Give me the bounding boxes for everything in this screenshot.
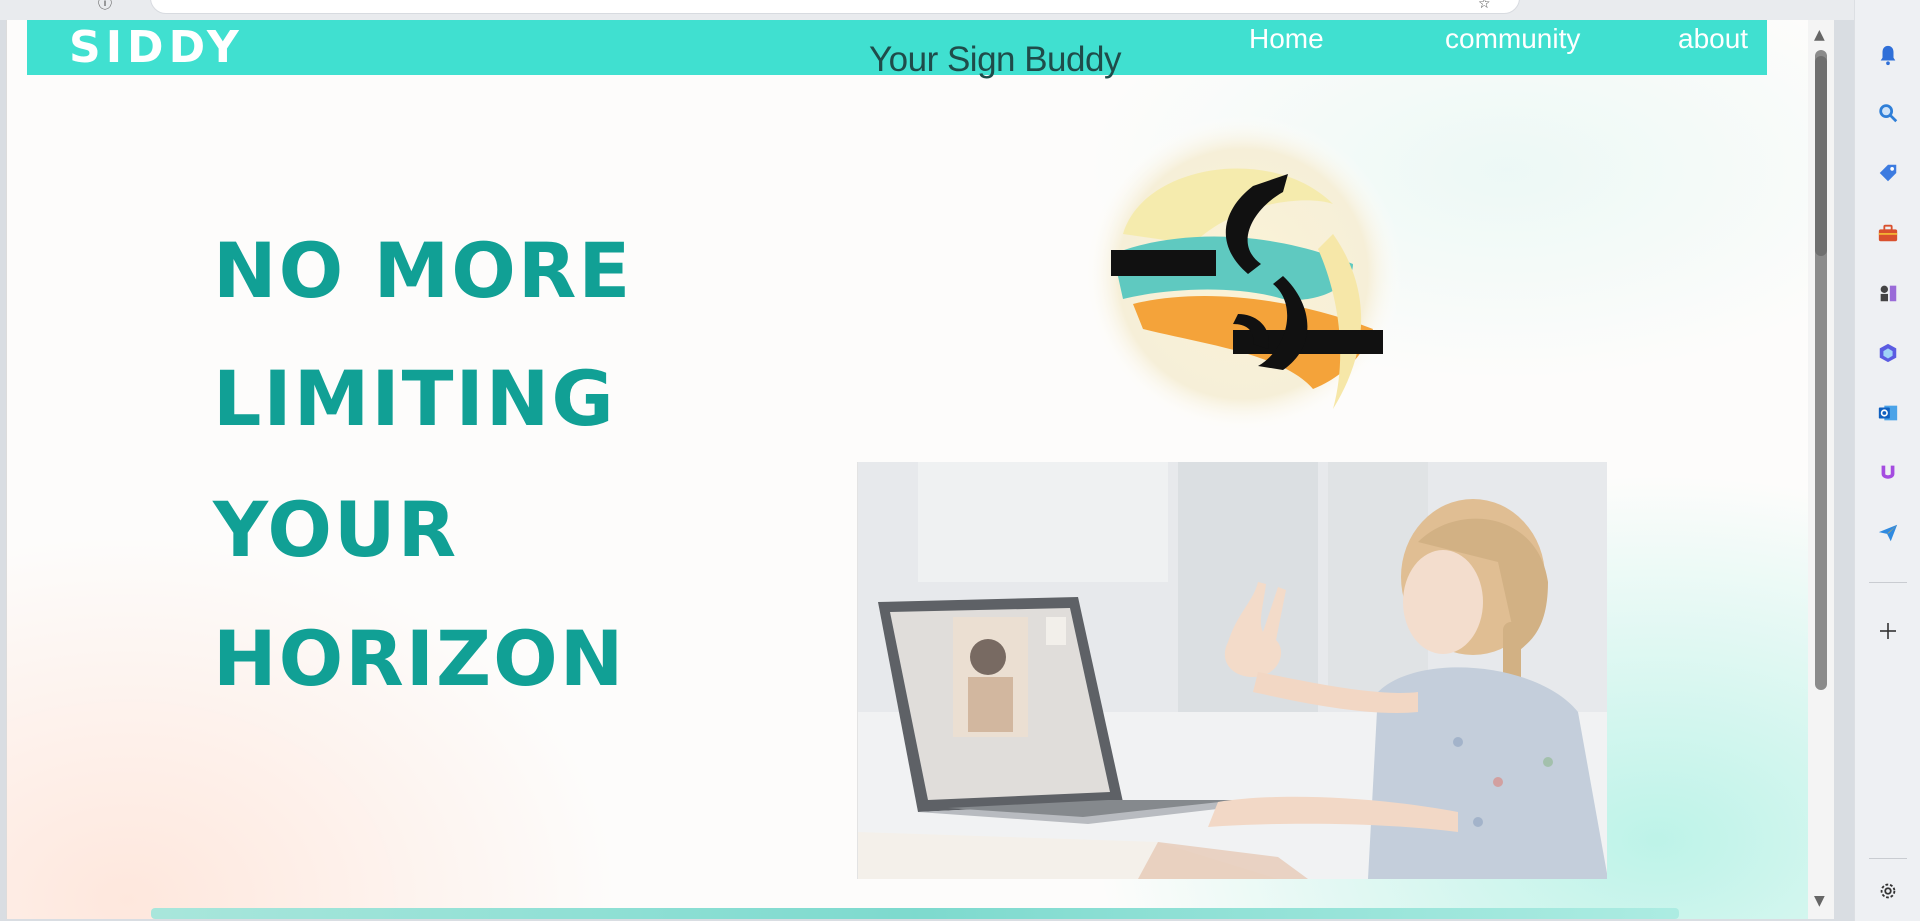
tag-icon[interactable] <box>1875 160 1901 186</box>
chess-icon[interactable] <box>1875 280 1901 306</box>
hero-heading-line-4: HORIZON <box>213 614 626 703</box>
magnet-icon[interactable] <box>1875 460 1901 486</box>
browser-sidebar <box>1854 0 1920 921</box>
browser-top-bar: ⓘ ☆ <box>0 0 1920 20</box>
scroll-thumb[interactable] <box>1815 56 1827 256</box>
nav-link-community[interactable]: community <box>1445 23 1580 55</box>
search-icon[interactable] <box>1875 100 1901 126</box>
hero-heading-line-2: LIMITING <box>213 354 616 443</box>
next-section-edge <box>151 908 1679 919</box>
send-icon[interactable] <box>1875 520 1901 546</box>
hero-heading-line-3: YOUR <box>213 485 459 574</box>
sidebar-divider-bottom <box>1869 858 1907 859</box>
nav-link-about[interactable]: about <box>1678 23 1748 55</box>
hero-heading-line-1: NO MORE <box>213 226 633 315</box>
outlook-icon[interactable] <box>1875 400 1901 426</box>
bell-icon[interactable] <box>1875 42 1901 68</box>
brand-logo-text[interactable]: SIDDY <box>69 22 244 73</box>
sidebar-divider <box>1869 582 1907 583</box>
siddy-logo-image <box>1083 114 1403 434</box>
nav-link-home[interactable]: Home <box>1249 23 1324 55</box>
scroll-down-icon[interactable]: ▼ <box>1814 894 1825 908</box>
copilot-icon[interactable] <box>1875 340 1901 366</box>
toolbox-icon[interactable] <box>1875 220 1901 246</box>
settings-icon[interactable] <box>1875 878 1901 904</box>
page-scrollbar[interactable]: ▲ ▼ <box>1808 20 1834 919</box>
site-tagline: Your Sign Buddy <box>869 40 1121 79</box>
hero-photo-child-signing <box>857 462 1607 879</box>
scroll-up-icon[interactable]: ▲ <box>1814 28 1825 42</box>
favorite-icon[interactable]: ☆ <box>1478 0 1491 11</box>
site-info-icon[interactable]: ⓘ <box>98 0 112 11</box>
page-viewport: SIDDY Home community about Your Sign Bud… <box>6 20 1808 919</box>
add-icon[interactable] <box>1875 618 1901 644</box>
address-bar[interactable] <box>150 0 1520 14</box>
